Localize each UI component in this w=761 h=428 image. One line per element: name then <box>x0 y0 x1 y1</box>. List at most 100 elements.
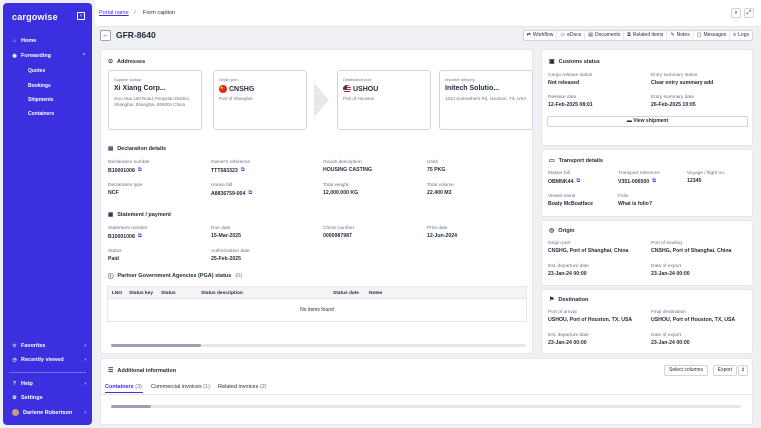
field-label: Check number <box>323 226 355 231</box>
sidebar-subitem-shipments[interactable]: Shipments <box>28 97 54 103</box>
column-header[interactable]: LNO <box>112 291 122 296</box>
master-bill-field: Master bill OBMNK44 ⧉ <box>548 171 580 185</box>
supplier-pickup-card[interactable]: Supplier pickup Xi Xiang Corp... Guo Hua… <box>108 70 202 130</box>
field-value: 12345 <box>687 178 702 184</box>
field-value: 25-Feb-2025 <box>211 256 241 262</box>
export-button[interactable]: Export <box>713 365 737 376</box>
sidebar-item-help[interactable]: ? Help › <box>12 381 86 387</box>
copy-icon[interactable]: ⧉ <box>138 167 142 174</box>
field-label: Status <box>108 249 122 254</box>
field-value: V351-006500 <box>618 178 650 185</box>
workflow-button[interactable]: ⇄ Workflow <box>524 31 558 40</box>
field-label: Declaration type <box>108 183 143 188</box>
messages-button[interactable]: ▢ Messages <box>694 31 731 40</box>
address-label: Destination port <box>343 77 372 82</box>
select-columns-button[interactable]: Select columns <box>664 365 708 376</box>
copy-icon[interactable]: ⧉ <box>138 233 142 240</box>
copy-icon[interactable]: ⧉ <box>652 178 656 185</box>
status-field: Status Paid <box>108 249 122 262</box>
section-title: Partner Government Agencies (PGA) status <box>117 273 232 279</box>
sidebar-subitem-quotes[interactable]: Quotes <box>28 68 45 74</box>
chevron-right-icon: › <box>84 381 86 387</box>
release-date-field: Release date 12-Feb-2025 08:01 <box>548 95 593 108</box>
target-icon: ◎ <box>549 228 555 234</box>
field-value: 15-Mar-2025 <box>211 233 241 239</box>
field-label: Est. departure date <box>548 333 589 338</box>
notes-button[interactable]: ✎ Notes <box>667 31 694 40</box>
action-label: Documents <box>594 32 621 38</box>
clock-icon: ◷ <box>12 356 17 363</box>
section-title: Destination <box>558 296 589 303</box>
tab-count: (1) <box>203 384 211 390</box>
addresses-header: ⊙ Addresses <box>108 58 146 66</box>
logs-button[interactable]: ≡ Logs <box>730 31 752 40</box>
sidebar-item-recently-viewed[interactable]: ◷ Recently viewed › <box>12 357 86 363</box>
field-label: Origin port <box>548 241 571 246</box>
transport-details-card: ▭ Transport details Master bill OBMNK44 ⧉ … <box>541 149 753 217</box>
field-label: Date of export <box>651 333 682 338</box>
sidebar-user-profile[interactable]: Darlene Robertson › <box>12 409 86 416</box>
breadcrumb-separator: / <box>134 10 136 16</box>
tab-related-invoices[interactable]: Related invoices (2) <box>218 384 267 390</box>
column-header[interactable]: Status key <box>129 291 153 296</box>
column-header[interactable]: Status date <box>333 291 359 296</box>
port-code: USHOU <box>353 85 379 93</box>
origin-port-card[interactable]: Origin port ★ CNSHG Port of Shanghai <box>213 70 307 130</box>
back-button[interactable]: ← <box>100 30 111 41</box>
action-toolbar: ⇄ Workflow ▭ eDocs ▤ Documents ⧉ Related ite… <box>522 30 753 41</box>
sidebar-subitem-bookings[interactable]: Bookings <box>28 83 51 89</box>
sidebar-item-label: Favorites <box>21 343 46 349</box>
info-icon: ⓘ <box>108 274 114 280</box>
sidebar-subitem-containers[interactable]: Containers <box>28 111 54 117</box>
collapse-sidebar-icon[interactable]: ‹ <box>77 12 85 20</box>
field-value: 12,000.000 KG <box>323 190 359 196</box>
destination-port-card[interactable]: Destination port USHOU Port of Houston <box>337 70 431 130</box>
related-items-button[interactable]: ⧉ Related items <box>624 31 668 40</box>
edocs-button[interactable]: ▭ eDocs <box>557 31 586 40</box>
copy-icon[interactable]: ⧉ <box>576 178 580 185</box>
field-label: Folio <box>618 194 629 199</box>
view-shipment-button[interactable]: ▬ View shipment <box>547 116 748 127</box>
sidebar-item-forwarding[interactable]: ◉ Forwarding ⌃ <box>12 53 86 59</box>
field-label: Units <box>427 160 438 165</box>
field-value: USHOU, Port of Houston, TX, USA <box>548 317 633 323</box>
containers-scrollbar-track[interactable] <box>111 405 741 408</box>
column-header[interactable]: Notes <box>369 291 382 296</box>
field-value: 22.400 M3 <box>427 190 452 196</box>
field-value: NCF <box>108 190 119 196</box>
gear-icon: ⚙ <box>12 394 17 401</box>
sidebar-item-home[interactable]: ⌂ Home <box>12 38 86 44</box>
due-date-field: Due date 15-Mar-2025 <box>211 226 241 239</box>
containers-scrollbar-thumb[interactable] <box>111 405 151 408</box>
tab-containers[interactable]: Containers (3) <box>105 384 142 390</box>
statement-number-field: Statement number B10001008 ⧉ <box>108 226 147 240</box>
section-title: Addresses <box>117 58 146 65</box>
field-label: Transport reference <box>618 171 660 176</box>
avatar <box>12 409 19 416</box>
field-label: House bill <box>211 183 233 188</box>
field-value: B10001008 <box>108 233 135 240</box>
copy-icon[interactable]: ⧉ <box>248 190 252 197</box>
sidebar-item-label: Settings <box>21 395 43 401</box>
export-dropdown-icon[interactable]: ⇕ <box>738 365 748 376</box>
importer-delivery-card[interactable]: Importer delivery Initech Solutio... 123… <box>439 70 533 130</box>
horizontal-scrollbar-thumb[interactable] <box>111 344 201 347</box>
documents-button[interactable]: ▤ Documents <box>585 31 625 40</box>
user-name: Darlene Robertson <box>23 409 73 416</box>
column-header[interactable]: Status <box>161 291 176 296</box>
sidebar-item-favorites[interactable]: ☆ Favorites › <box>12 343 86 349</box>
table-header: LNO Status key Status Status description… <box>108 287 526 299</box>
additional-info-header: ☰ Additional information <box>108 367 176 375</box>
breadcrumb-portal[interactable]: Portal name <box>99 10 129 16</box>
voyage-flight-field: Voyage / flight no. 12345 <box>687 171 725 184</box>
entry-summary-date-field: Entry summary date 26-Feb-2025 10:05 <box>651 95 696 108</box>
sidebar-item-settings[interactable]: ⚙ Settings <box>12 395 86 401</box>
tab-commercial-invoices[interactable]: Commercial invoices (1) <box>151 384 210 390</box>
column-header[interactable]: Status description <box>201 291 243 296</box>
search-icon[interactable]: ⌕ <box>731 8 741 18</box>
title-row: ← GFR-8640 ⇄ Workflow ▭ eDocs ▤ Documents ⧉… <box>95 27 761 46</box>
documents-icon: ▤ <box>588 32 593 38</box>
sidebar-item-label: Help <box>21 381 33 387</box>
copy-icon[interactable]: ⧉ <box>241 167 245 174</box>
expand-icon[interactable]: ⤢ <box>744 8 754 18</box>
